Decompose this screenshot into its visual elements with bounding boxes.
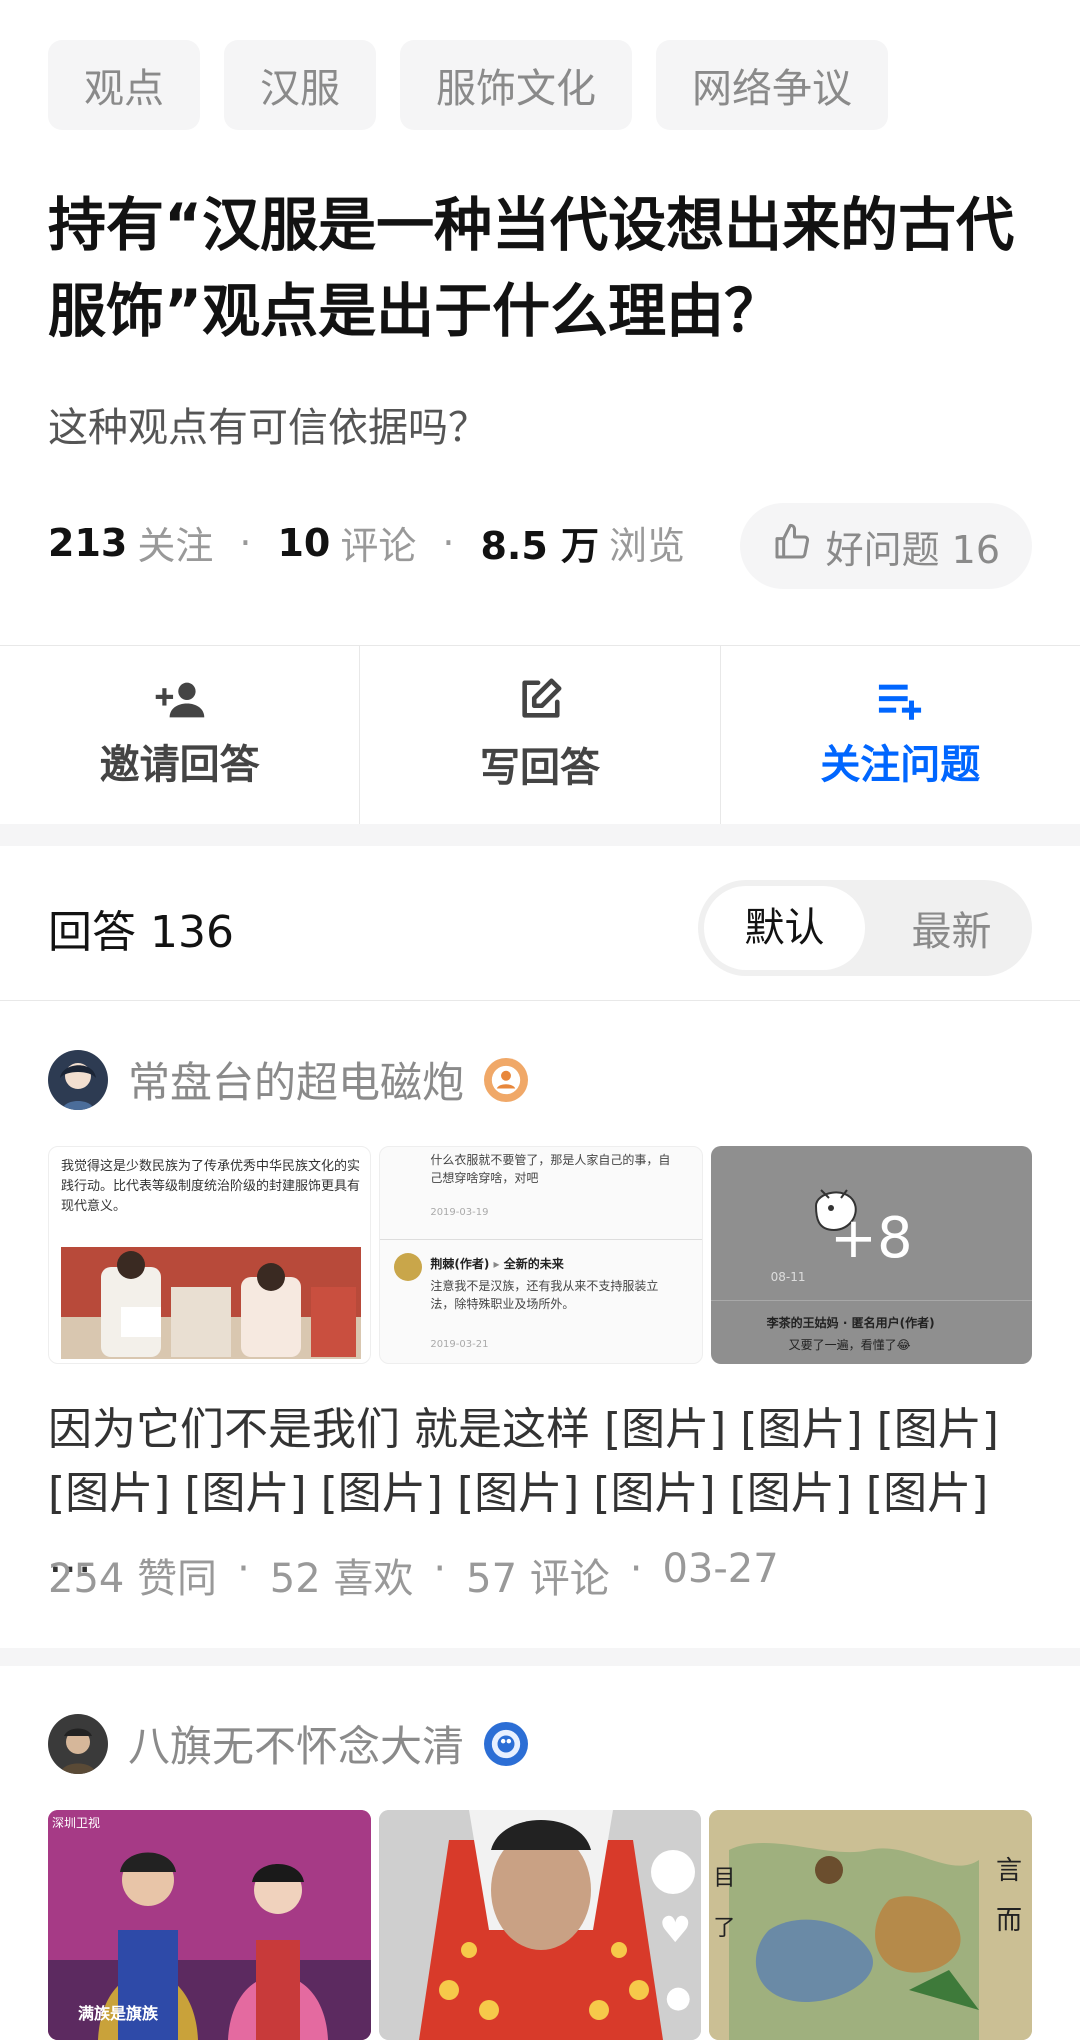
comments-count: 57 评论 [466, 1556, 610, 1602]
section-gap [0, 1648, 1080, 1666]
more-images-count: +8 [830, 1206, 913, 1271]
screenshot-username: 李茶的王姑妈 [766, 1316, 839, 1330]
likes-count: 254 赞同 [48, 1556, 218, 1602]
question-description[interactable]: 这种观点有可信依据吗？ [48, 395, 488, 453]
tv-logo: 深圳卫视 [52, 1816, 101, 1830]
author-name: 常盘台的超电磁炮 [128, 1058, 465, 1107]
screenshot-anon: 匿名用户(作者) [851, 1316, 935, 1330]
answers-header: 回答 136 默认 最新 [48, 880, 1032, 976]
more-images-tile[interactable]: 08-11 +8 李茶的王姑妈 · 匿名用户(作者) 又要了一遍，看懂了😂 [710, 1146, 1032, 1364]
tag-viewpoint[interactable]: 观点 [48, 40, 200, 130]
answer-author[interactable]: 八旗无不怀念大清 [48, 1713, 529, 1774]
comment-icon[interactable]: ● [665, 1980, 691, 2015]
answer-date: 03-27 [662, 1546, 779, 1592]
screenshot-reply-to: 全新的未来 [503, 1257, 564, 1271]
good-question-label: 好问题 16 [825, 527, 1000, 572]
followers-count: 213 [48, 520, 128, 565]
heart-icon[interactable]: ♥ [659, 1910, 691, 1951]
question-stats: 213 关注 · 10 评论 · 8.5 万 浏览 [48, 515, 685, 570]
map-text: 了 [713, 1916, 736, 1941]
map-text: 而 [996, 1906, 1023, 1936]
photo-old-map-cartoon [709, 1810, 1033, 2040]
thumbs-up-icon [772, 522, 812, 571]
tag-clothing-culture[interactable]: 服饰文化 [400, 40, 632, 130]
answer-image-gallery: 我觉得这是少数民族为了传承优秀中华民族文化的实践行动。比代表等级制度统治阶级的封… [48, 1146, 1032, 1364]
topic-tags: 观点 汉服 服饰文化 网络争议 [48, 40, 888, 130]
verified-badge-icon [484, 1057, 529, 1102]
separator-dot: · [433, 1546, 447, 1592]
question-action-bar: 邀请回答 写回答 关注问题 [0, 646, 1080, 824]
screenshot-text: 又要了一遍，看懂了😂 [788, 1338, 911, 1352]
screenshot-date: 2019-03-21 [430, 1339, 489, 1350]
answer-image[interactable]: 言 而 目 了 [709, 1810, 1033, 2040]
divider [710, 1300, 1032, 1301]
answers-count: 回答 136 [48, 907, 234, 958]
follow-question-label: 关注问题 [820, 742, 981, 788]
add-list-icon [877, 680, 923, 724]
tag-online-controversy[interactable]: 网络争议 [656, 40, 888, 130]
verified-badge-icon [484, 1721, 529, 1766]
separator-dot: · [442, 520, 455, 565]
favorites-count: 52 喜欢 [269, 1556, 414, 1602]
answer-meta: 254 赞同 · 52 喜欢 · 57 评论 · 03-27 [48, 1546, 779, 1604]
section-gap [0, 824, 1080, 846]
answer-image-gallery: 深圳卫视 满族是旗族 ♥ ● 言 而 目 了 [48, 1810, 1033, 2040]
comments-count: 10 [277, 520, 331, 565]
comments-label[interactable]: 评论 [340, 515, 416, 570]
avatar [394, 1253, 423, 1281]
divider [0, 1000, 1080, 1001]
write-answer-button[interactable]: 写回答 [360, 646, 721, 824]
write-answer-label: 写回答 [479, 745, 600, 791]
photo-man-costume [378, 1810, 702, 2040]
edit-icon [517, 677, 563, 727]
divider [380, 1239, 702, 1240]
sort-latest-tab[interactable]: 最新 [871, 899, 1032, 957]
separator-dot: · [629, 1546, 643, 1592]
sort-toggle: 默认 最新 [698, 880, 1032, 976]
question-title: 持有“汉服是一种当代设想出来的古代服饰”观点是出于什么理由？ [48, 191, 1015, 345]
answer-image[interactable]: 我觉得这是少数民族为了传承优秀中华民族文化的实践行动。比代表等级制度统治阶级的封… [48, 1146, 372, 1364]
invite-answer-button[interactable]: 邀请回答 [0, 646, 361, 824]
screenshot-text: 什么衣服就不要管了，那是人家自己的事，自己想穿啥穿啥，对吧 [430, 1153, 671, 1185]
screenshot-username: 荆棘(作者) [430, 1257, 490, 1271]
answer-image[interactable]: 深圳卫视 满族是旗族 [48, 1810, 371, 2040]
answer-author[interactable]: 常盘台的超电磁炮 [48, 1049, 529, 1110]
views-count: 8.5 万 [480, 524, 599, 568]
tag-hanfu[interactable]: 汉服 [224, 40, 376, 130]
avatar[interactable] [48, 1713, 108, 1774]
answer-image[interactable]: 什么衣服就不要管了，那是人家自己的事，自己想穿啥穿啥，对吧 2019-03-19… [379, 1146, 703, 1364]
avatar[interactable] [48, 1049, 108, 1110]
screenshot-text: 我觉得这是少数民族为了传承优秀中华民族文化的实践行动。比代表等级制度统治阶级的封… [61, 1159, 361, 1214]
screenshot-date: 2019-03-19 [430, 1207, 489, 1218]
invite-answer-label: 邀请回答 [99, 742, 260, 788]
screenshot-user: 李茶的王姑妈 · 匿名用户(作者) [766, 1316, 935, 1330]
answer-image[interactable]: ♥ ● [378, 1810, 702, 2040]
add-person-icon [154, 680, 206, 724]
author-name: 八旗无不怀念大清 [128, 1722, 465, 1771]
separator-dot: · [239, 520, 252, 565]
separator-dot: · [237, 1546, 250, 1592]
screenshot-date: 08-11 [770, 1270, 806, 1284]
views-label: 浏览 [608, 524, 685, 568]
video-caption: 满族是旗族 [78, 2004, 159, 2023]
followers-label: 关注 [137, 524, 214, 568]
good-question-button[interactable]: 好问题 16 [739, 503, 1032, 589]
screenshot-user: 荆棘(作者) ▸ 全新的未来 [430, 1257, 564, 1271]
follow-question-button[interactable]: 关注问题 [721, 646, 1080, 824]
photo-children-performance [61, 1247, 361, 1359]
map-text: 目 [713, 1866, 736, 1891]
screenshot-text: 注意我不是汉族，还有我从来不支持服装立法，除特殊职业及场所外。 [430, 1279, 659, 1311]
map-text: 言 [996, 1856, 1023, 1886]
sort-default-tab[interactable]: 默认 [704, 886, 865, 970]
